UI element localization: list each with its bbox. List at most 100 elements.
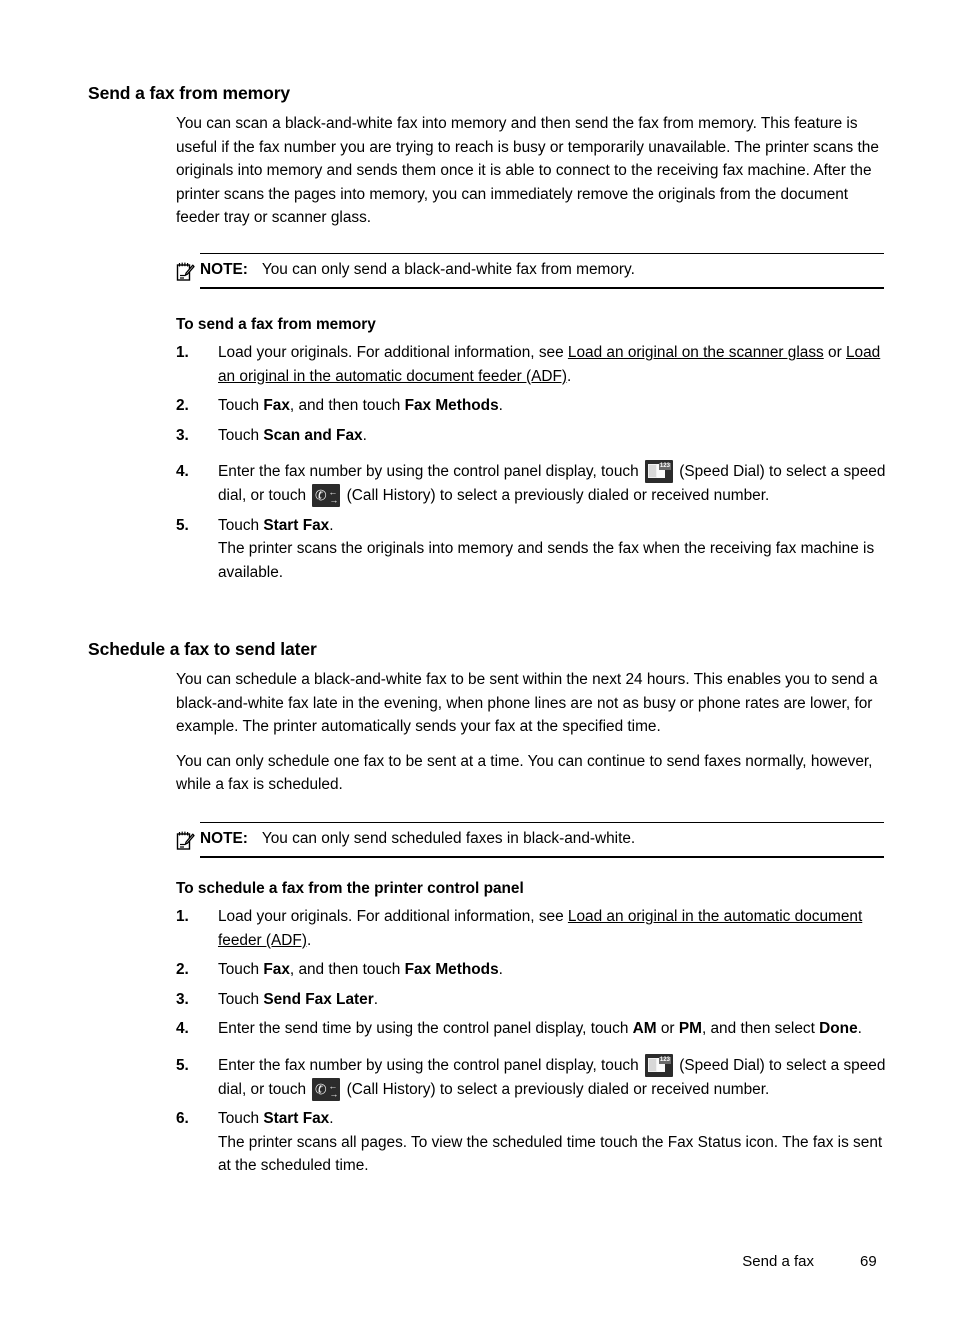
section-heading-send-fax-from-memory: Send a fax from memory — [88, 83, 291, 103]
procedure-heading-schedule-fax: To schedule a fax from the printer contr… — [176, 880, 524, 897]
ui-label-fax-methods: Fax Methods — [404, 961, 499, 979]
step-number: 3. — [176, 426, 189, 444]
note-box-2: NOTE: You can only send scheduled faxes … — [176, 822, 884, 858]
step-text-part: , and then touch — [289, 961, 405, 979]
ui-label-start-fax: Start Fax — [263, 516, 330, 534]
step-number: 5. — [176, 516, 189, 534]
step-text-part: Touch — [218, 516, 264, 534]
step-text: Load your originals. For additional info… — [218, 341, 888, 388]
note-rule-bottom — [200, 287, 884, 289]
step-text-part: Enter the send time by using the control… — [218, 1020, 633, 1038]
footer-page-number: 69 — [860, 1253, 877, 1270]
step-number: 1. — [176, 344, 189, 361]
list-item: 2. Touch Fax, and then touch Fax Methods… — [176, 958, 888, 982]
page-footer: Send a fax 69 — [0, 1252, 884, 1272]
step-text: Enter the send time by using the control… — [218, 1017, 888, 1041]
section-heading-schedule-fax-later: Schedule a fax to send later — [88, 639, 317, 659]
link-load-original-scanner-glass[interactable]: Load an original on the scanner glass — [568, 344, 824, 361]
step-text: Touch Start Fax. The printer scans all pa… — [218, 1107, 888, 1178]
step-text: Enter the fax number by using the contro… — [218, 460, 888, 507]
ui-label-am: AM — [632, 1020, 657, 1038]
step-number: 4. — [176, 1020, 189, 1038]
call-history-icon: ✆ ← → — [312, 483, 341, 507]
step-number: 4. — [176, 463, 189, 481]
ui-label-scan-and-fax: Scan and Fax — [263, 426, 363, 444]
ui-label-send-fax-later: Send Fax Later — [263, 990, 374, 1008]
paragraph-text: You can scan a black-and-white fax into … — [176, 115, 879, 227]
call-history-icon: ✆ ← → — [312, 1077, 341, 1101]
note-label: NOTE: — [200, 830, 248, 847]
step-text: Touch Send Fax Later. — [218, 988, 888, 1012]
note-label: NOTE: — [200, 261, 248, 278]
step-text: Touch Scan and Fax. — [218, 424, 888, 448]
step-text-part: (Call History) to select a previously di… — [342, 486, 770, 504]
step-text-part: . — [373, 990, 378, 1008]
ui-label-done: Done — [819, 1020, 858, 1038]
list-item: 4. Enter the fax number by using the con… — [176, 460, 888, 507]
ui-label-pm: PM — [678, 1020, 702, 1038]
step-text-part: . — [498, 961, 503, 979]
step-number: 2. — [176, 961, 189, 979]
step-text-part: . — [306, 931, 312, 949]
speed-dial-digits: 123 — [658, 463, 671, 471]
note-text: You can only send a black-and-white fax … — [261, 261, 635, 278]
ui-label-fax: Fax — [263, 397, 290, 415]
intro-paragraph-2: You can schedule a black-and-white fax t… — [176, 668, 886, 797]
step-text-part: Enter the fax number by using the contro… — [218, 463, 643, 481]
step-text-part: Touch — [218, 1110, 264, 1128]
list-item: 1. Load your originals. For additional i… — [176, 341, 888, 388]
step-number: 3. — [176, 990, 189, 1008]
step-list-send-fax-from-memory: 1. Load your originals. For additional i… — [176, 341, 888, 584]
note-text: You can only send scheduled faxes in bla… — [261, 830, 636, 847]
procedure-heading-send-fax-from-memory: To send a fax from memory — [176, 316, 376, 333]
step-text-part: . — [329, 1110, 334, 1128]
handset-glyph: ✆ — [313, 486, 329, 505]
step-number: 2. — [176, 397, 189, 415]
step-number: 1. — [176, 908, 189, 925]
list-item: 1. Load your originals. For additional i… — [176, 905, 888, 952]
intro-paragraph-1: You can scan a black-and-white fax into … — [176, 112, 886, 230]
list-item: 5. Enter the fax number by using the con… — [176, 1053, 888, 1101]
step-text: Touch Fax, and then touch Fax Methods. — [218, 958, 888, 982]
step-number: 5. — [176, 1056, 189, 1074]
step-text-part: Touch — [218, 426, 264, 444]
step-text-part: Load your originals. For additional info… — [218, 908, 568, 925]
step-text-part: Enter the fax number by using the contro… — [218, 1056, 643, 1074]
list-item: 3. Touch Send Fax Later. — [176, 988, 888, 1012]
step-text-part: (Call History) to select a previously di… — [342, 1080, 770, 1098]
list-item: 2. Touch Fax, and then touch Fax Methods… — [176, 394, 888, 418]
step-text-part: , and then select — [701, 1020, 820, 1038]
step-text-part: Touch — [218, 397, 264, 415]
step-detail-text: The printer scans all pages. To view the… — [218, 1133, 883, 1175]
step-detail-text: The printer scans the originals into mem… — [218, 540, 875, 581]
step-text-part: . — [567, 367, 572, 385]
note-box-1: NOTE: You can only send a black-and-whit… — [176, 253, 884, 289]
speed-dial-icon: 123 — [644, 1053, 673, 1077]
paragraph-text: You can only schedule one fax to be sent… — [176, 752, 873, 794]
speed-dial-digits: 123 — [658, 1056, 671, 1064]
step-text: Enter the fax number by using the contro… — [218, 1053, 888, 1101]
step-list-schedule-fax: 1. Load your originals. For additional i… — [176, 905, 888, 1178]
step-text: Touch Fax, and then touch Fax Methods. — [218, 394, 888, 418]
document-page: Send a fax from memory You can scan a bl… — [0, 0, 954, 1321]
step-text-part: . — [362, 426, 367, 444]
list-item: 6. Touch Start Fax. The printer scans all… — [176, 1107, 888, 1178]
arrow-right-glyph: → — [329, 1088, 339, 1099]
paragraph-text: You can schedule a black-and-white fax t… — [176, 671, 878, 736]
step-text-part: Touch — [218, 961, 264, 979]
step-text-part: , and then touch — [289, 397, 405, 415]
step-text-part: . — [498, 397, 503, 415]
step-text-part: Load your originals. For additional info… — [218, 344, 568, 361]
footer-chapter-label: Send a fax — [742, 1253, 814, 1270]
arrow-right-glyph: → — [329, 494, 339, 505]
handset-glyph: ✆ — [313, 1079, 329, 1098]
step-text: Load your originals. For additional info… — [218, 905, 888, 952]
step-text-part: Touch — [218, 990, 264, 1008]
note-rule-bottom — [200, 856, 884, 858]
list-item: 5. Touch Start Fax. The printer scans the… — [176, 514, 888, 585]
list-item: 3. Touch Scan and Fax. — [176, 424, 888, 448]
step-text: Touch Start Fax. The printer scans the or… — [218, 514, 888, 585]
note-pad-pencil-icon — [176, 261, 195, 282]
step-text-part: . — [329, 516, 334, 534]
list-item: 4. Enter the send time by using the cont… — [176, 1017, 888, 1041]
